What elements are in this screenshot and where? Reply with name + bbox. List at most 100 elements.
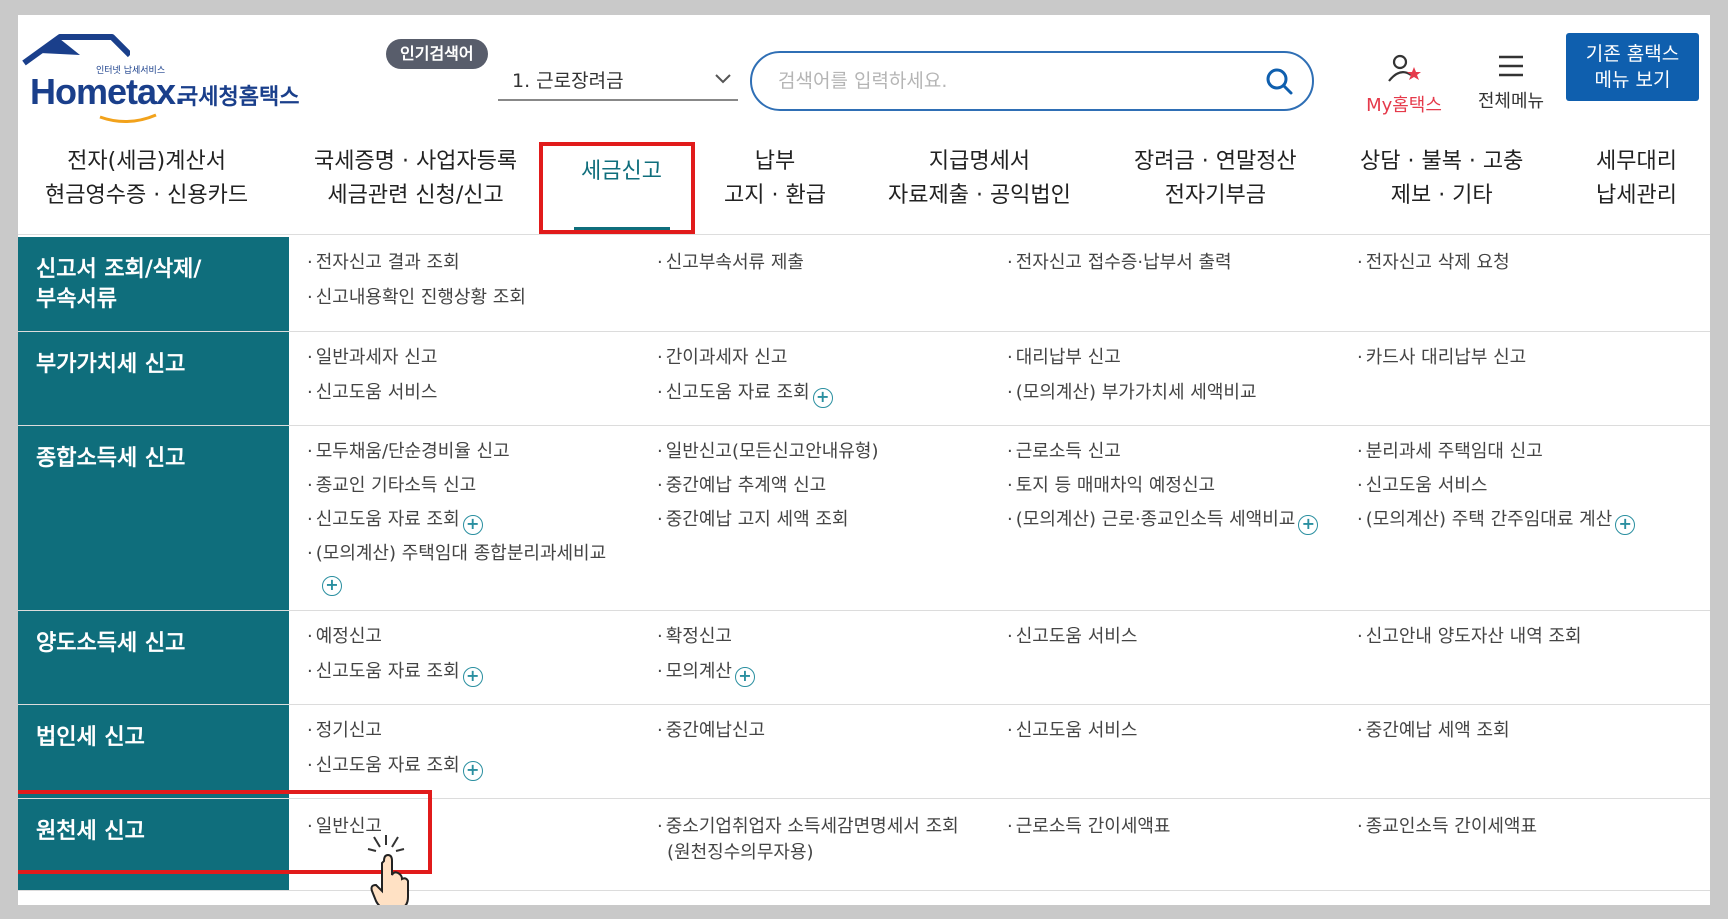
nav-label-2: 제보 · 기타 <box>1390 183 1493 208</box>
nav-label-1: 상담 · 불복 · 고충 <box>1360 149 1524 174</box>
section-title-line: 신고서 조회/삭제/ <box>36 257 202 282</box>
menu-link[interactable]: · 카드사 대리납부 신고 <box>1357 346 1526 370</box>
section-links: · 전자신고 결과 조회 · 신고부속서류 제출 · 전자신고 접수증·납부서 출력 … <box>289 237 1710 331</box>
menu-link[interactable]: · (모의계산) 주택 간주임대료 계산 + <box>1357 508 1636 535</box>
menu-link[interactable]: · (모의계산) 주택임대 종합분리과세비교 <box>307 542 606 566</box>
menu-link[interactable]: · 신고내용확인 진행상황 조회 <box>307 286 526 310</box>
section-title: 양도소득세 신고 <box>18 611 289 704</box>
menu-link[interactable]: · 신고도움 서비스 <box>307 381 437 405</box>
menu-link[interactable]: · 전자신고 접수증·납부서 출력 <box>1007 251 1232 275</box>
all-menu-button[interactable]: 전체메뉴 <box>1468 53 1554 113</box>
menu-link[interactable]: · 일반과세자 신고 <box>307 346 437 370</box>
nav-label-1: 납부 <box>754 149 796 174</box>
old-hometax-menu-button[interactable]: 기존 홈택스 메뉴 보기 <box>1566 33 1699 101</box>
menu-link-sub[interactable]: (원천징수의무자용) <box>667 841 814 865</box>
logo-brand-ko: 국세청홈택스 <box>178 85 300 110</box>
plus-circle-icon[interactable]: + <box>322 576 342 596</box>
menu-link[interactable]: · 예정신고 <box>307 625 382 649</box>
section-links: · 일반신고 · 중소기업취업자 소득세감면명세서 조회 (원천징수의무자용) · 근… <box>289 799 1710 890</box>
nav-tax-filing[interactable]: 세금신고 <box>581 155 662 189</box>
section-row: 종합소득세 신고 · 모두채움/단순경비율 신고 · 일반신고(모든신고안내유형) … <box>18 426 1710 611</box>
section-row: 법인세 신고 · 정기신고 · 중간예납신고 · 신고도움 서비스 · 중간예납 세액 … <box>18 705 1710 799</box>
menu-link[interactable]: · 간이과세자 신고 <box>657 346 787 370</box>
menu-link[interactable]: · 모두채움/단순경비율 신고 <box>307 440 510 464</box>
menu-link[interactable]: · 중간예납 고지 세액 조회 <box>657 508 849 532</box>
nav-tax-agent[interactable]: 세무대리 납세관리 <box>1596 145 1677 213</box>
plus-circle-icon[interactable]: + <box>462 515 483 535</box>
plus-circle-icon[interactable]: + <box>812 388 833 408</box>
menu-link[interactable]: · 신고도움 서비스 <box>1007 625 1137 649</box>
nav-label-2: 납세관리 <box>1596 183 1677 208</box>
popular-search-badge: 인기검색어 <box>386 39 488 69</box>
hamburger-icon <box>1499 55 1523 77</box>
plus-circle-icon[interactable]: + <box>1615 515 1636 535</box>
section-title-line: 부가가치세 신고 <box>36 352 186 377</box>
section-title: 법인세 신고 <box>18 705 289 798</box>
menu-link[interactable]: · 분리과세 주택임대 신고 <box>1357 440 1543 464</box>
nav-label-2: 전자기부금 <box>1164 183 1266 208</box>
all-menu-label: 전체메뉴 <box>1477 91 1545 112</box>
old-menu-line2: 메뉴 보기 <box>1594 69 1671 91</box>
menu-link[interactable]: · 신고도움 자료 조회 + <box>307 660 483 687</box>
menu-link[interactable]: · 종교인소득 간이세액표 <box>1357 815 1537 839</box>
menu-link-plus[interactable]: + <box>319 569 342 596</box>
menu-link[interactable]: · 신고도움 서비스 <box>1007 719 1137 743</box>
menu-link[interactable]: · (모의계산) 근로·종교인소득 세액비교 + <box>1007 508 1319 535</box>
my-hometax-button[interactable]: My홈택스 <box>1356 53 1452 117</box>
nav-e-invoice[interactable]: 전자(세금)계산서 현금영수증 · 신용카드 <box>45 145 248 213</box>
menu-link[interactable]: · 토지 등 매매차익 예정신고 <box>1007 474 1215 498</box>
menu-link[interactable]: · 신고도움 자료 조회 + <box>307 508 483 535</box>
menu-link[interactable]: · 대리납부 신고 <box>1007 346 1121 370</box>
menu-link[interactable]: · 종교인 기타소득 신고 <box>307 474 476 498</box>
section-title: 원천세 신고 <box>18 799 289 890</box>
menu-link[interactable]: · 중소기업취업자 소득세감면명세서 조회 <box>657 815 959 839</box>
menu-link[interactable]: · 일반신고(모든신고안내유형) <box>657 440 879 464</box>
menu-link[interactable]: · 중간예납 세액 조회 <box>1357 719 1510 743</box>
active-tab-underline <box>574 227 670 232</box>
menu-link[interactable]: · 전자신고 삭제 요청 <box>1357 251 1510 275</box>
nav-label-1: 세금신고 <box>581 159 662 184</box>
hometax-page: 인터넷 납세서비스 Hometax. 국세청홈택스 인기검색어 1. 근로장려금 <box>18 15 1710 905</box>
section-title-line: 법인세 신고 <box>36 725 145 750</box>
plus-circle-icon[interactable]: + <box>734 667 755 687</box>
user-star-icon <box>1388 54 1421 82</box>
menu-link[interactable]: · 전자신고 결과 조회 <box>307 251 460 275</box>
menu-link[interactable]: · 신고안내 양도자산 내역 조회 <box>1357 625 1582 649</box>
search-icon[interactable] <box>1264 66 1294 96</box>
section-links: · 모두채움/단순경비율 신고 · 일반신고(모든신고안내유형) · 근로소득 신고 … <box>289 426 1710 610</box>
plus-circle-icon[interactable]: + <box>462 667 483 687</box>
nav-certificate[interactable]: 국세증명 · 사업자등록 세금관련 신청/신고 <box>314 145 517 213</box>
hometax-logo[interactable]: 인터넷 납세서비스 Hometax. 국세청홈택스 <box>20 33 310 123</box>
section-title-line: 부속서류 <box>36 287 117 312</box>
section-row: 양도소득세 신고 · 예정신고 · 확정신고 · 신고도움 서비스 · 신고안내 양도자… <box>18 611 1710 705</box>
nav-consult[interactable]: 상담 · 불복 · 고충 제보 · 기타 <box>1360 145 1523 213</box>
menu-link[interactable]: · 정기신고 <box>307 719 382 743</box>
menu-link[interactable]: · 모의계산 + <box>657 660 755 687</box>
section-title-line: 원천세 신고 <box>36 819 145 844</box>
menu-link[interactable]: · 근로소득 간이세액표 <box>1007 815 1171 839</box>
nav-label-2: 고지 · 환급 <box>724 183 826 208</box>
menu-link[interactable]: · 신고도움 자료 조회 + <box>657 381 833 408</box>
popular-search-current: 1. 근로장려금 <box>512 69 624 92</box>
plus-circle-icon[interactable]: + <box>1298 515 1319 535</box>
menu-link[interactable]: · 확정신고 <box>657 625 732 649</box>
menu-link-general-filing[interactable]: · 일반신고 <box>307 815 382 839</box>
menu-link[interactable]: · 신고도움 자료 조회 + <box>307 754 483 781</box>
menu-link[interactable]: · 신고도움 서비스 <box>1357 474 1487 498</box>
menu-link[interactable]: · 신고부속서류 제출 <box>657 251 804 275</box>
filing-menu-table: 신고서 조회/삭제/ 부속서류 · 전자신고 결과 조회 · 신고부속서류 제출 ·… <box>18 237 1710 891</box>
search-input[interactable] <box>778 70 1264 92</box>
nav-incentive[interactable]: 장려금 · 연말정산 전자기부금 <box>1134 145 1297 213</box>
plus-circle-icon[interactable]: + <box>462 761 483 781</box>
section-title-line: 양도소득세 신고 <box>36 631 186 656</box>
nav-payment[interactable]: 납부 고지 · 환급 <box>724 145 826 213</box>
logo-swoosh-icon <box>99 113 157 123</box>
popular-search-dropdown[interactable]: 1. 근로장려금 <box>498 59 738 101</box>
menu-link[interactable]: · 중간예납 추계액 신고 <box>657 474 826 498</box>
menu-link[interactable]: · 근로소득 신고 <box>1007 440 1121 464</box>
menu-link[interactable]: · 중간예납신고 <box>657 719 765 743</box>
section-title-line: 종합소득세 신고 <box>36 446 186 471</box>
menu-link[interactable]: · (모의계산) 부가가치세 세액비교 <box>1007 381 1257 405</box>
section-title: 부가가치세 신고 <box>18 332 289 425</box>
nav-statement[interactable]: 지급명세서 자료제출 · 공익법인 <box>888 145 1071 213</box>
